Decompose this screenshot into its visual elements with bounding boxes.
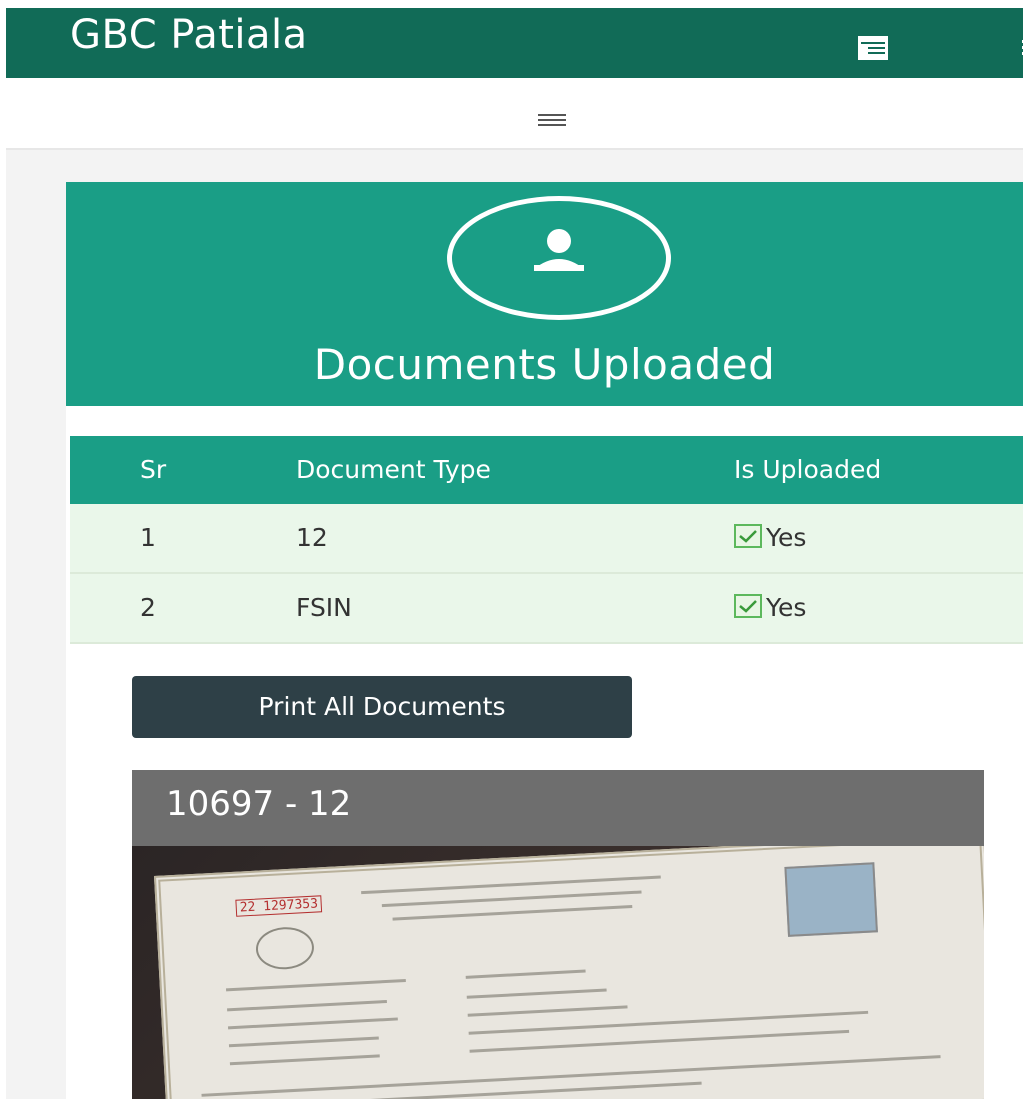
- card-title: Documents Uploaded: [313, 340, 776, 389]
- card-header: Documents Uploaded: [66, 182, 1023, 406]
- table-header: Sr Document Type Is Uploaded: [70, 436, 1023, 504]
- document-preview-panel: 10697 - 12 22 1297353: [132, 770, 984, 1099]
- checkbox-checked-icon: [734, 524, 762, 548]
- text-line: [465, 969, 586, 979]
- top-navbar: GBC Patiala: [6, 8, 1023, 78]
- row-document-type: 12: [296, 523, 328, 552]
- hamburger-icon[interactable]: [538, 112, 566, 128]
- text-line: [467, 1005, 628, 1017]
- text-line: [227, 999, 387, 1012]
- row-sr: 2: [140, 593, 156, 622]
- documents-table: Sr Document Type Is Uploaded 1 12 Yes 2 …: [70, 436, 1023, 644]
- user-avatar-icon: [534, 229, 584, 271]
- text-line: [228, 1036, 379, 1048]
- column-header-is-uploaded: Is Uploaded: [734, 455, 882, 484]
- row-uploaded-status: Yes: [734, 574, 806, 642]
- print-all-documents-button[interactable]: Print All Documents: [132, 676, 632, 738]
- text-line: [229, 1054, 380, 1066]
- seal-icon: [254, 925, 316, 971]
- column-header-document-type: Document Type: [296, 455, 491, 484]
- documents-card: Documents Uploaded Sr Document Type Is U…: [66, 182, 1023, 1099]
- table-row: 1 12 Yes: [70, 504, 1023, 574]
- text-line: [392, 905, 633, 921]
- text-line: [469, 1029, 850, 1053]
- row-document-type: FSIN: [296, 593, 352, 622]
- document-photo[interactable]: 22 1297353: [132, 846, 984, 1099]
- text-line: [225, 978, 406, 992]
- document-preview-title: 10697 - 12: [166, 784, 352, 824]
- row-uploaded-label: Yes: [766, 523, 807, 552]
- row-uploaded-label: Yes: [766, 593, 807, 622]
- row-sr: 1: [140, 523, 156, 552]
- text-line: [381, 890, 642, 908]
- student-photo: [784, 862, 878, 937]
- certificate-image: 22 1297353: [154, 846, 984, 1099]
- column-header-sr: Sr: [140, 455, 167, 484]
- list-icon[interactable]: [858, 36, 888, 60]
- brand-title[interactable]: GBC Patiala: [70, 12, 308, 58]
- text-line: [227, 1017, 398, 1030]
- text-line: [466, 988, 607, 999]
- avatar-circle: [447, 196, 671, 320]
- certificate-serial: 22 1297353: [235, 895, 323, 917]
- table-row: 2 FSIN Yes: [70, 574, 1023, 644]
- checkbox-checked-icon: [734, 594, 762, 618]
- row-uploaded-status: Yes: [734, 504, 806, 572]
